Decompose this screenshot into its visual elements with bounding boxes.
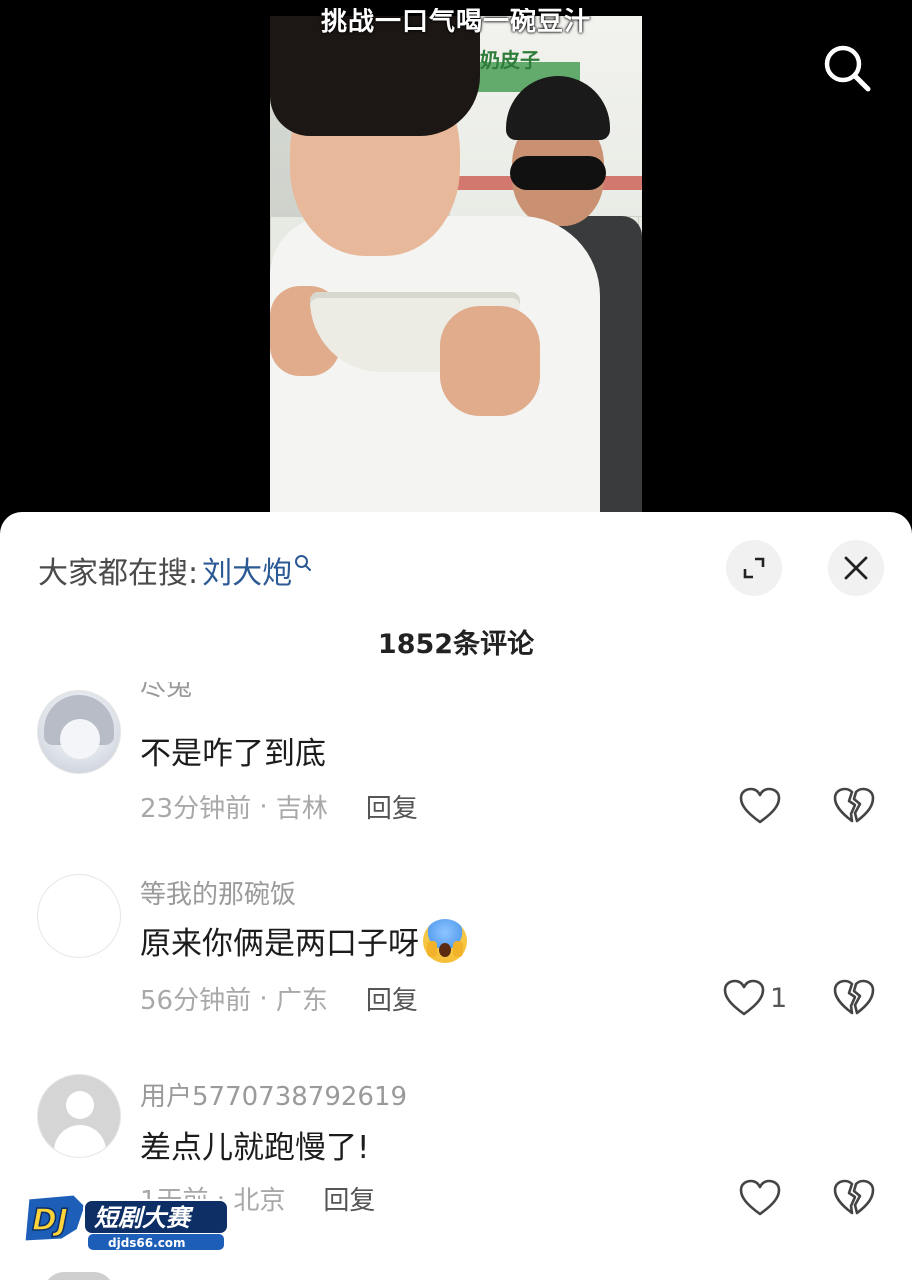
broken-heart-icon — [833, 787, 875, 823]
reply-button[interactable]: 回复 — [323, 1180, 375, 1217]
comment-item: 等我的那碗饭 原来你俩是两口子呀 56分钟前 · 广东 回复 1 — [0, 874, 912, 1074]
comment-time: 23分钟前 — [140, 794, 252, 824]
search-icon — [824, 45, 871, 92]
expand-button[interactable] — [726, 540, 782, 596]
avatar[interactable] — [37, 690, 121, 774]
expand-icon — [743, 557, 765, 579]
dislike-button[interactable] — [832, 978, 876, 1022]
comment-count: 1852条评论 — [377, 629, 535, 660]
comment-item: 用户5770738792619 差点儿就跑慢了! 1天前 · 北京 回复 — [0, 1074, 912, 1274]
reply-button[interactable]: 回复 — [366, 788, 418, 825]
trending-search[interactable]: 大家都在搜: 刘大炮 — [38, 548, 312, 592]
comment-username[interactable]: 用户5770738792619 — [140, 1076, 407, 1113]
video-player[interactable]: 奶皮子 — [270, 16, 642, 516]
heart-icon — [739, 787, 781, 824]
heart-icon — [739, 1179, 781, 1216]
dislike-button[interactable] — [832, 1178, 876, 1222]
comment-time: 1天前 — [140, 1186, 209, 1216]
reply-button[interactable]: 回复 — [366, 980, 418, 1017]
sheet-header: 大家都在搜: 刘大炮 — [0, 512, 912, 622]
broken-heart-icon — [833, 1179, 875, 1215]
avatar[interactable] — [37, 874, 121, 958]
trending-keyword[interactable]: 刘大炮 — [202, 548, 292, 592]
comment-location: 北京 — [233, 1186, 286, 1216]
comment-text: 差点儿就跑慢了! — [140, 1130, 370, 1166]
heart-icon — [723, 979, 765, 1016]
comment-username[interactable]: 等我的那碗饭 — [140, 874, 296, 911]
close-button[interactable] — [828, 540, 884, 596]
close-icon — [844, 556, 868, 580]
comment-location: 广东 — [275, 986, 328, 1016]
avatar[interactable] — [37, 1074, 121, 1158]
comment-item: 尽兔 不是咋了到底 23分钟前 · 吉林 回复 — [0, 682, 912, 882]
comment-meta: 56分钟前 · 广东 回复 — [140, 980, 418, 1017]
screaming-face-emoji-icon — [423, 918, 467, 963]
comment-meta: 23分钟前 · 吉林 回复 — [140, 788, 418, 825]
like-count: 1 — [770, 982, 788, 1014]
comment-text: 原来你俩是两口子呀 — [140, 918, 467, 963]
mini-search-icon — [295, 555, 312, 571]
search-button[interactable] — [814, 38, 880, 98]
broken-heart-icon — [833, 979, 875, 1015]
comment-text: 不是咋了到底 — [140, 736, 326, 772]
like-button[interactable]: 1 — [722, 978, 787, 1018]
comment-list[interactable]: 尽兔 不是咋了到底 23分钟前 · 吉林 回复 等我的那碗饭 原来你俩是两口子呀… — [0, 682, 912, 1280]
comment-username[interactable]: 尽兔 — [140, 682, 192, 700]
comment-location: 吉林 — [275, 794, 328, 824]
dislike-button[interactable] — [832, 786, 876, 830]
like-button[interactable] — [738, 1178, 786, 1218]
video-caption: 挑战一口气喝一碗豆汁 — [320, 8, 591, 37]
comment-meta: 1天前 · 北京 回复 — [140, 1180, 375, 1217]
trending-prefix: 大家都在搜: — [38, 556, 199, 591]
app-screen: 奶皮子 挑战一口气喝一碗豆汁 大家都在搜: 刘大炮 1852条评论 尽兔 不是咋… — [0, 0, 912, 1280]
comment-sheet: 大家都在搜: 刘大炮 1852条评论 尽兔 不是咋了到底 23分钟前 · 吉林 … — [0, 512, 912, 1280]
video-woman — [270, 16, 600, 516]
like-button[interactable] — [738, 786, 786, 826]
comment-time: 56分钟前 — [140, 986, 252, 1016]
